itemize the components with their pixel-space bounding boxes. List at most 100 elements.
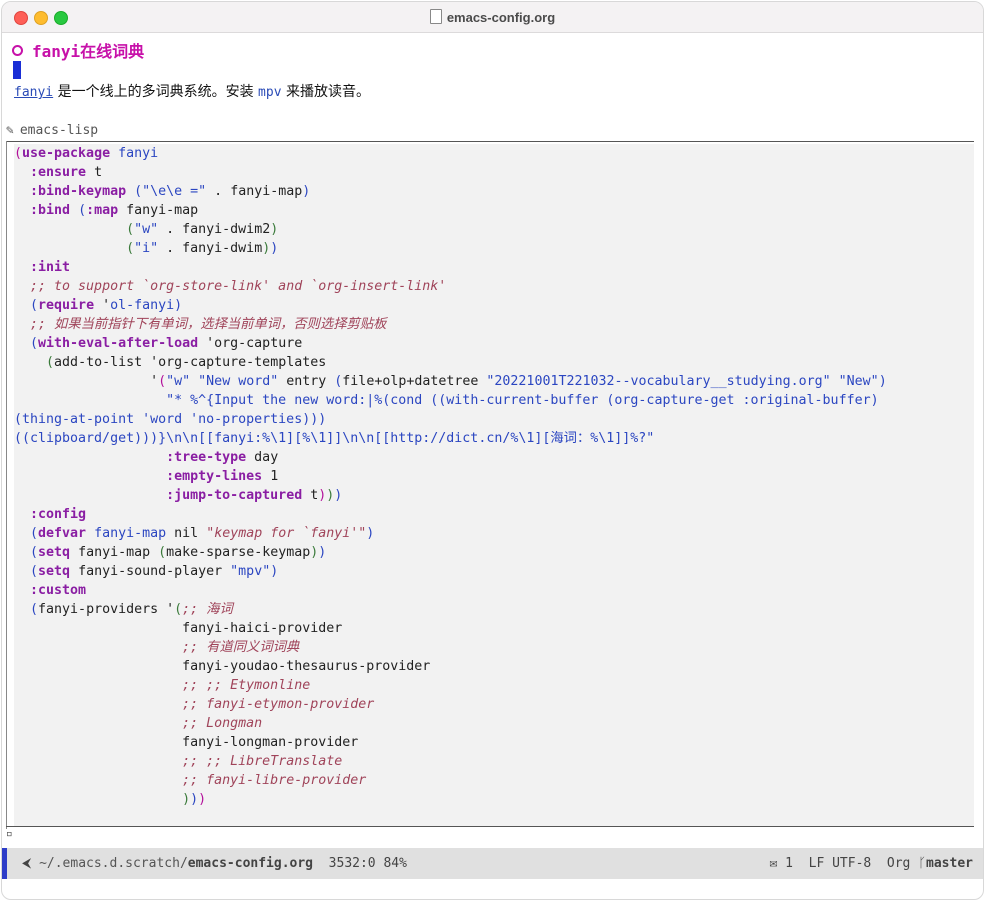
code-token: fanyi-providers ' xyxy=(38,602,175,617)
code-token: setq xyxy=(38,545,71,560)
emacs-window: emacs-config.org fanyi在线词典 fanyi 是一个线上的多… xyxy=(1,1,984,900)
src-block-end-line xyxy=(6,826,974,827)
code-token: ( xyxy=(30,564,39,579)
code-token: :map xyxy=(86,203,119,218)
major-mode[interactable]: Org xyxy=(887,856,910,871)
code-line[interactable]: "* %^{Input the new word:|%(cond ((with-… xyxy=(14,391,974,410)
code-line[interactable]: fanyi-longman-provider xyxy=(14,733,974,752)
git-branch[interactable]: master xyxy=(926,856,973,871)
code-line[interactable]: (thing-at-point 'word 'no-properties))) xyxy=(14,410,974,429)
code-token: require xyxy=(38,298,95,313)
code-token: ( xyxy=(158,545,167,560)
code-token: ) xyxy=(270,564,279,579)
code-line[interactable]: :bind (:map fanyi-map xyxy=(14,201,974,220)
code-line[interactable]: (fanyi-providers '(;; 海词 xyxy=(14,600,974,619)
code-line[interactable]: ((clipboard/get)))}\n\n[[fanyi:%\1][%\1]… xyxy=(14,429,974,448)
code-token: :ensure xyxy=(30,165,87,180)
code-line[interactable]: :custom xyxy=(14,581,974,600)
code-token: ;; 有道同义词词典 xyxy=(182,640,300,655)
code-line[interactable]: :tree-type day xyxy=(14,448,974,467)
code-token: ((clipboard/get)))}\n\n[[fanyi:%\1][%\1]… xyxy=(14,431,655,446)
code-token: :config xyxy=(30,507,87,522)
code-line[interactable]: (setq fanyi-map (make-sparse-keymap)) xyxy=(14,543,974,562)
code-token: setq xyxy=(38,564,71,579)
code-line[interactable]: (defvar fanyi-map nil "keymap for `fanyi… xyxy=(14,524,974,543)
code-token: ( xyxy=(174,602,183,617)
mail-icon: ✉ xyxy=(769,856,786,871)
code-token: ) xyxy=(182,792,191,807)
code-token: . fanyi-map xyxy=(206,184,303,199)
code-line[interactable]: :jump-to-captured t))) xyxy=(14,486,974,505)
code-token: :bind xyxy=(30,203,71,218)
code-token: entry xyxy=(278,374,335,389)
code-line[interactable]: ;; fanyi-etymon-provider xyxy=(14,695,974,714)
code-token: "w" xyxy=(166,374,191,389)
buffer-directory: ~/.emacs.d.scratch/ xyxy=(39,856,188,871)
code-token: :bind-keymap xyxy=(30,184,127,199)
code-line[interactable]: ))) xyxy=(14,790,974,809)
code-line[interactable]: ;; ;; LibreTranslate xyxy=(14,752,974,771)
code-line[interactable]: (require 'ol-fanyi) xyxy=(14,296,974,315)
code-line[interactable]: ("w" . fanyi-dwim2) xyxy=(14,220,974,239)
code-token: "w" xyxy=(134,222,159,237)
org-heading[interactable]: fanyi在线词典 xyxy=(12,38,144,62)
fanyi-link[interactable]: fanyi xyxy=(14,85,53,100)
code-token: use-package xyxy=(22,146,111,161)
code-token: :empty-lines xyxy=(166,469,263,484)
code-line[interactable]: :init xyxy=(14,258,974,277)
code-line[interactable]: '("w" "New word" entry (file+olp+datetre… xyxy=(14,372,974,391)
code-line[interactable]: ;; 有道同义词词典 xyxy=(14,638,974,657)
buffer-position: 3532:0 84% xyxy=(328,856,407,871)
code-line[interactable]: (with-eval-after-load 'org-capture xyxy=(14,334,974,353)
code-line[interactable]: (add-to-list 'org-capture-templates xyxy=(14,353,974,372)
code-line[interactable]: :bind-keymap ("\e\e =" . fanyi-map) xyxy=(14,182,974,201)
code-line[interactable]: ;; Longman xyxy=(14,714,974,733)
code-line[interactable]: :empty-lines 1 xyxy=(14,467,974,486)
window-title: emacs-config.org xyxy=(2,9,983,25)
code-token: fanyi-map xyxy=(94,526,167,541)
code-line[interactable]: ;; ;; Etymonline xyxy=(14,676,974,695)
code-line[interactable]: ;; fanyi-libre-provider xyxy=(14,771,974,790)
code-line[interactable]: ;; 如果当前指针下有单词，选择当前单词，否则选择剪贴板 xyxy=(14,315,974,334)
code-line[interactable]: fanyi-haici-provider xyxy=(14,619,974,638)
code-line[interactable]: ("i" . fanyi-dwim)) xyxy=(14,239,974,258)
code-line[interactable]: (use-package fanyi xyxy=(14,144,974,163)
src-block-code[interactable]: (use-package fanyi :ensure t :bind-keyma… xyxy=(14,144,974,826)
mail-count[interactable]: 1 xyxy=(785,856,793,871)
code-token: nil xyxy=(166,526,207,541)
code-line[interactable]: :ensure t xyxy=(14,163,974,182)
buffer-filename: emacs-config.org xyxy=(187,856,314,871)
encoding[interactable]: LF UTF-8 xyxy=(809,856,872,871)
code-token: fanyi-sound-player xyxy=(70,564,231,579)
code-line[interactable]: ;; to support `org-store-link' and `org-… xyxy=(14,277,974,296)
code-token: ( xyxy=(126,241,135,256)
code-line[interactable]: fanyi-youdao-thesaurus-provider xyxy=(14,657,974,676)
code-line[interactable]: (setq fanyi-sound-player "mpv") xyxy=(14,562,974,581)
code-token: ;; ;; Etymonline xyxy=(182,678,311,693)
code-token: :init xyxy=(30,260,71,275)
code-token: fanyi-haici-provider xyxy=(14,621,343,636)
code-token: t xyxy=(302,488,319,503)
code-token: fanyi-youdao-thesaurus-provider xyxy=(14,659,431,674)
code-token: ' xyxy=(14,374,159,389)
editor-buffer[interactable]: fanyi在线词典 fanyi 是一个线上的多词典系统。安装 mpv 来播放读音… xyxy=(2,33,983,848)
code-token: :tree-type xyxy=(166,450,247,465)
code-line[interactable]: :config xyxy=(14,505,974,524)
